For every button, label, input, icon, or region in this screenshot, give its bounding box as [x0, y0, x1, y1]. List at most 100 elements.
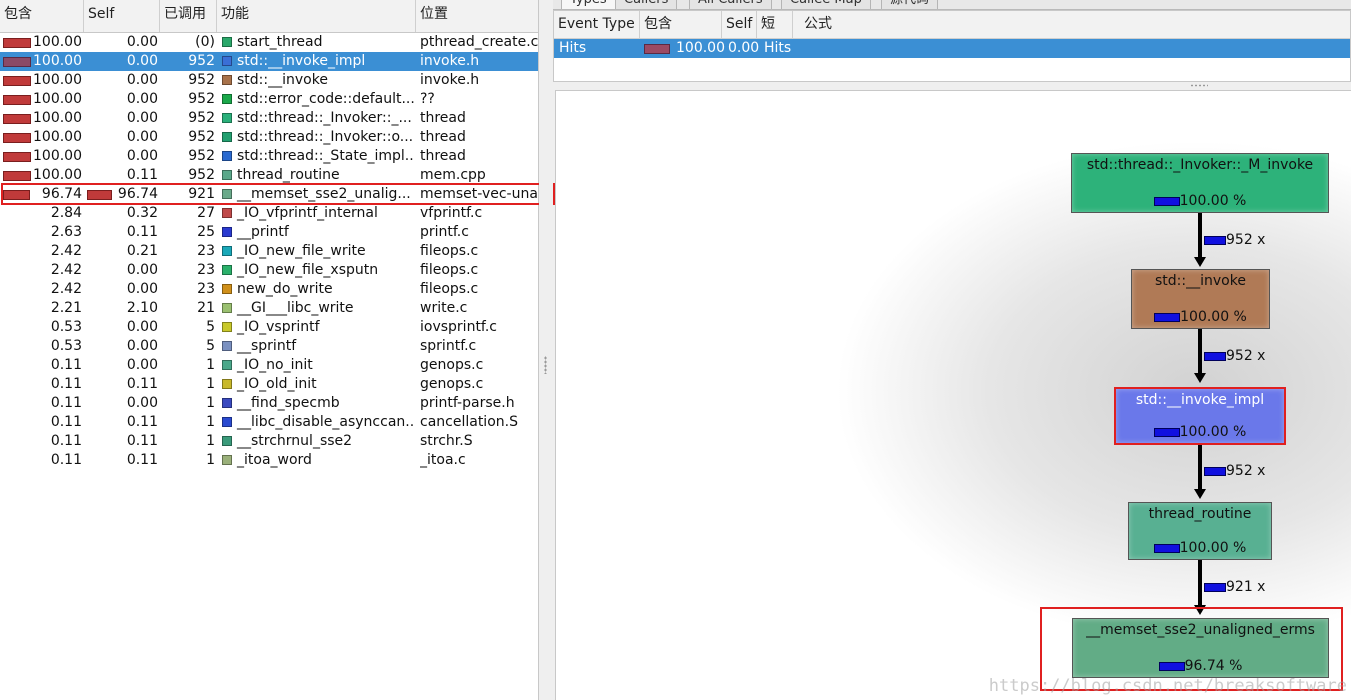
tab-types[interactable]: Types: [561, 0, 616, 9]
self-bar: [87, 190, 112, 200]
col-location[interactable]: 位置: [416, 0, 538, 32]
tab-all-callers[interactable]: All Callers: [689, 0, 772, 9]
tab-callers[interactable]: Callers: [615, 0, 678, 9]
table-row[interactable]: 100.00 0.00 952 std::thread::_State_impl...…: [0, 147, 538, 166]
self-value: 2.10: [126, 300, 158, 316]
flat-profile-panel: 包含 Self 已调用 功能 位置 100.00 0.00 (0) start_thr…: [0, 0, 539, 700]
self-value: 0.11: [126, 414, 158, 430]
function-name: _IO_new_file_write: [237, 243, 366, 259]
event-type-row-hits[interactable]: Hits 100.00 0.00 Hits: [554, 39, 1350, 58]
table-row[interactable]: 100.00 0.00 (0) start_thread pthread_create.…: [0, 33, 538, 52]
table-row[interactable]: 100.00 0.00 952 std::__invoke_impl invoke.h: [0, 52, 538, 71]
graph-node-memset-sse2[interactable]: __memset_sse2_unaligned_erms 96.74 %: [1072, 618, 1329, 678]
inclusive-value: 100.00: [33, 167, 82, 183]
table-row[interactable]: 0.53 0.00 5 _IO_vsprintf iovsprintf.c: [0, 318, 538, 337]
calls-cell: 1: [206, 395, 215, 411]
col-inclusive[interactable]: 包含: [0, 0, 84, 32]
function-color-icon: [222, 398, 232, 408]
function-cell: std::thread::_Invoker::_...: [220, 109, 415, 128]
location-cell: genops.c: [420, 376, 484, 392]
inclusive-value: 0.11: [50, 452, 82, 468]
function-name: std::__invoke: [237, 72, 328, 88]
table-row[interactable]: 2.63 0.11 25 __printf printf.c: [0, 223, 538, 242]
graph-node-std-invoke-impl[interactable]: std::__invoke_impl 100.00 %: [1114, 387, 1286, 445]
tab-source-code[interactable]: 源代码: [881, 0, 939, 9]
inclusive-value: 100.00: [33, 91, 82, 107]
function-name: __libc_disable_asynccan...: [237, 414, 415, 430]
location-cell: fileops.c: [420, 243, 479, 259]
location-cell: write.c: [420, 300, 468, 316]
self-cell: 0.00: [84, 280, 160, 299]
inclusive-bar: [3, 171, 31, 181]
self-cell: 0.00: [84, 394, 160, 413]
table-row[interactable]: 2.84 0.32 27 _IO_vfprintf_internal vfprintf.…: [0, 204, 538, 223]
call-count-bar-icon: [1204, 583, 1226, 592]
self-value: 0.00: [126, 91, 158, 107]
table-row[interactable]: 100.00 0.00 952 std::__invoke invoke.h: [0, 71, 538, 90]
col-called[interactable]: 已调用: [160, 0, 217, 32]
function-name: __memset_sse2_unalig...: [237, 186, 411, 202]
graph-node-thread-routine[interactable]: thread_routine 100.00 %: [1128, 502, 1272, 560]
table-row[interactable]: 0.11 0.11 1 _IO_old_init genops.c: [0, 375, 538, 394]
col-types-inclusive[interactable]: 包含: [640, 11, 722, 38]
table-row[interactable]: 100.00 0.00 952 std::thread::_Invoker::_...…: [0, 109, 538, 128]
edge-line: [1198, 329, 1202, 373]
table-row[interactable]: 0.11 0.00 1 _IO_no_init genops.c: [0, 356, 538, 375]
tab-callee-map[interactable]: Callee Map: [781, 0, 871, 9]
splitter-grip-icon[interactable]: [544, 356, 547, 374]
call-graph-view[interactable]: std::thread::_Invoker::_M_invoke 100.00 …: [555, 90, 1351, 700]
col-types-self[interactable]: Self: [722, 11, 757, 38]
inclusive-bar: [3, 57, 31, 67]
col-event-type[interactable]: Event Type: [554, 11, 640, 38]
col-types-formula[interactable]: 公式: [800, 11, 1000, 38]
inclusive-value: 100.00: [33, 34, 82, 50]
horizontal-splitter[interactable]: [553, 82, 1351, 90]
inclusive-cell: 0.11: [0, 413, 84, 432]
self-cell: 0.32: [84, 204, 160, 223]
self-cell: 0.00: [84, 356, 160, 375]
cost-bar-icon: [1153, 197, 1180, 206]
table-row[interactable]: 100.00 0.00 952 std::thread::_Invoker::o...…: [0, 128, 538, 147]
table-row[interactable]: 0.53 0.00 5 __sprintf sprintf.c: [0, 337, 538, 356]
function-color-icon: [222, 341, 232, 351]
vertical-splitter[interactable]: [539, 0, 553, 700]
self-cell: 0.00: [84, 71, 160, 90]
edge-label-3: 952 x: [1204, 463, 1265, 479]
function-name: std::thread::_Invoker::o...: [237, 129, 414, 145]
inclusive-value: 96.74: [41, 186, 82, 202]
table-row[interactable]: 96.74 96.74 921 __memset_sse2_unalig... mems…: [0, 185, 538, 204]
function-name: _IO_vfprintf_internal: [237, 205, 378, 221]
table-row[interactable]: 100.00 0.00 952 std::error_code::default...…: [0, 90, 538, 109]
table-row[interactable]: 2.42 0.21 23 _IO_new_file_write fileops.c: [0, 242, 538, 261]
calls-cell: 5: [206, 319, 215, 335]
location-cell: vfprintf.c: [420, 205, 483, 221]
location-cell: _itoa.c: [420, 452, 466, 468]
inclusive-value: 2.84: [50, 205, 82, 221]
table-row[interactable]: 2.42 0.00 23 new_do_write fileops.c: [0, 280, 538, 299]
table-row[interactable]: 0.11 0.00 1 __find_specmb printf-parse.h: [0, 394, 538, 413]
col-types-short[interactable]: 短: [757, 11, 793, 38]
col-self[interactable]: Self: [84, 0, 160, 32]
self-value: 0.11: [126, 433, 158, 449]
table-row[interactable]: 2.21 2.10 21 __GI___libc_write write.c: [0, 299, 538, 318]
function-cell: _IO_no_init: [220, 356, 415, 375]
calls-cell: 952: [188, 72, 215, 88]
table-row[interactable]: 0.11 0.11 1 __strchrnul_sse2 strchr.S: [0, 432, 538, 451]
self-value: 0.00: [126, 338, 158, 354]
calls-cell: 952: [188, 148, 215, 164]
col-function[interactable]: 功能: [217, 0, 416, 32]
self-cell: 96.74: [84, 185, 160, 204]
table-row[interactable]: 2.42 0.00 23 _IO_new_file_xsputn fileops.c: [0, 261, 538, 280]
self-value: 0.00: [126, 72, 158, 88]
hsplitter-grip-icon[interactable]: [1190, 84, 1208, 87]
node-cost: 100.00 %: [1129, 540, 1271, 556]
inclusive-cell: 0.53: [0, 337, 84, 356]
graph-node-std-invoke[interactable]: std::__invoke 100.00 %: [1131, 269, 1270, 329]
table-row[interactable]: 100.00 0.11 952 thread_routine mem.cpp: [0, 166, 538, 185]
table-row[interactable]: 0.11 0.11 1 __libc_disable_asynccan... cance…: [0, 413, 538, 432]
graph-node-invoker-m-invoke[interactable]: std::thread::_Invoker::_M_invoke 100.00 …: [1071, 153, 1329, 213]
function-name: std::thread::_State_impl...: [237, 148, 415, 164]
self-cell: 0.11: [84, 375, 160, 394]
inclusive-value: 0.11: [50, 376, 82, 392]
table-row[interactable]: 0.11 0.11 1 _itoa_word _itoa.c: [0, 451, 538, 470]
